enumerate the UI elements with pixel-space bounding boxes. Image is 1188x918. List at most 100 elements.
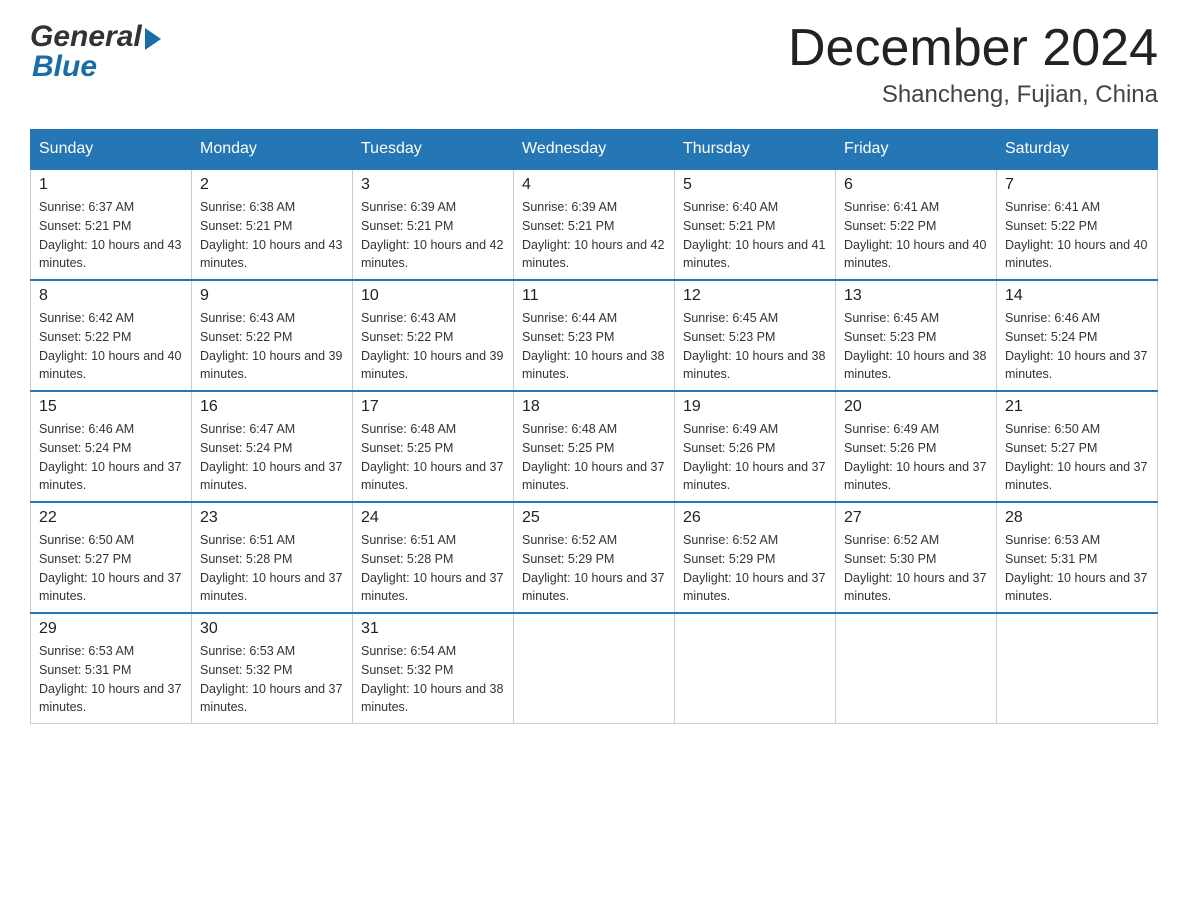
day-info: Sunrise: 6:53 AMSunset: 5:31 PMDaylight:…: [39, 642, 183, 717]
col-header-wednesday: Wednesday: [514, 130, 675, 170]
day-number: 6: [844, 176, 988, 194]
col-header-saturday: Saturday: [997, 130, 1158, 170]
calendar-cell: 22 Sunrise: 6:50 AMSunset: 5:27 PMDaylig…: [31, 502, 192, 613]
day-number: 17: [361, 398, 505, 416]
col-header-tuesday: Tuesday: [353, 130, 514, 170]
calendar-week-row: 8 Sunrise: 6:42 AMSunset: 5:22 PMDayligh…: [31, 280, 1158, 391]
day-number: 13: [844, 287, 988, 305]
calendar-cell: 10 Sunrise: 6:43 AMSunset: 5:22 PMDaylig…: [353, 280, 514, 391]
calendar-cell: 4 Sunrise: 6:39 AMSunset: 5:21 PMDayligh…: [514, 169, 675, 280]
day-info: Sunrise: 6:52 AMSunset: 5:29 PMDaylight:…: [522, 531, 666, 606]
day-number: 23: [200, 509, 344, 527]
calendar-cell: 15 Sunrise: 6:46 AMSunset: 5:24 PMDaylig…: [31, 391, 192, 502]
day-info: Sunrise: 6:42 AMSunset: 5:22 PMDaylight:…: [39, 309, 183, 384]
day-info: Sunrise: 6:51 AMSunset: 5:28 PMDaylight:…: [200, 531, 344, 606]
day-info: Sunrise: 6:50 AMSunset: 5:27 PMDaylight:…: [39, 531, 183, 606]
day-info: Sunrise: 6:51 AMSunset: 5:28 PMDaylight:…: [361, 531, 505, 606]
calendar-cell: 1 Sunrise: 6:37 AMSunset: 5:21 PMDayligh…: [31, 169, 192, 280]
day-info: Sunrise: 6:47 AMSunset: 5:24 PMDaylight:…: [200, 420, 344, 495]
day-info: Sunrise: 6:53 AMSunset: 5:31 PMDaylight:…: [1005, 531, 1149, 606]
day-info: Sunrise: 6:44 AMSunset: 5:23 PMDaylight:…: [522, 309, 666, 384]
calendar-cell: 19 Sunrise: 6:49 AMSunset: 5:26 PMDaylig…: [675, 391, 836, 502]
calendar-cell: 11 Sunrise: 6:44 AMSunset: 5:23 PMDaylig…: [514, 280, 675, 391]
day-info: Sunrise: 6:38 AMSunset: 5:21 PMDaylight:…: [200, 198, 344, 273]
day-number: 19: [683, 398, 827, 416]
day-number: 25: [522, 509, 666, 527]
location-subtitle: Shancheng, Fujian, China: [788, 81, 1158, 109]
day-number: 24: [361, 509, 505, 527]
day-info: Sunrise: 6:41 AMSunset: 5:22 PMDaylight:…: [844, 198, 988, 273]
day-number: 26: [683, 509, 827, 527]
calendar-week-row: 22 Sunrise: 6:50 AMSunset: 5:27 PMDaylig…: [31, 502, 1158, 613]
day-number: 5: [683, 176, 827, 194]
day-number: 4: [522, 176, 666, 194]
day-info: Sunrise: 6:49 AMSunset: 5:26 PMDaylight:…: [844, 420, 988, 495]
day-number: 30: [200, 620, 344, 638]
col-header-monday: Monday: [192, 130, 353, 170]
calendar-header-row: SundayMondayTuesdayWednesdayThursdayFrid…: [31, 130, 1158, 170]
day-number: 28: [1005, 509, 1149, 527]
calendar-cell: 27 Sunrise: 6:52 AMSunset: 5:30 PMDaylig…: [836, 502, 997, 613]
calendar-cell: 23 Sunrise: 6:51 AMSunset: 5:28 PMDaylig…: [192, 502, 353, 613]
col-header-friday: Friday: [836, 130, 997, 170]
calendar-cell: 20 Sunrise: 6:49 AMSunset: 5:26 PMDaylig…: [836, 391, 997, 502]
calendar-cell: 6 Sunrise: 6:41 AMSunset: 5:22 PMDayligh…: [836, 169, 997, 280]
day-info: Sunrise: 6:45 AMSunset: 5:23 PMDaylight:…: [683, 309, 827, 384]
day-number: 7: [1005, 176, 1149, 194]
month-year-title: December 2024: [788, 20, 1158, 77]
day-info: Sunrise: 6:40 AMSunset: 5:21 PMDaylight:…: [683, 198, 827, 273]
calendar-cell: 2 Sunrise: 6:38 AMSunset: 5:21 PMDayligh…: [192, 169, 353, 280]
day-number: 9: [200, 287, 344, 305]
day-number: 2: [200, 176, 344, 194]
logo-triangle-icon: [145, 28, 161, 50]
day-number: 31: [361, 620, 505, 638]
calendar-cell: [514, 613, 675, 724]
day-number: 15: [39, 398, 183, 416]
calendar-cell: 30 Sunrise: 6:53 AMSunset: 5:32 PMDaylig…: [192, 613, 353, 724]
day-info: Sunrise: 6:39 AMSunset: 5:21 PMDaylight:…: [522, 198, 666, 273]
day-info: Sunrise: 6:37 AMSunset: 5:21 PMDaylight:…: [39, 198, 183, 273]
col-header-sunday: Sunday: [31, 130, 192, 170]
day-number: 29: [39, 620, 183, 638]
day-info: Sunrise: 6:43 AMSunset: 5:22 PMDaylight:…: [200, 309, 344, 384]
calendar-cell: 31 Sunrise: 6:54 AMSunset: 5:32 PMDaylig…: [353, 613, 514, 724]
calendar-cell: 29 Sunrise: 6:53 AMSunset: 5:31 PMDaylig…: [31, 613, 192, 724]
calendar-cell: 18 Sunrise: 6:48 AMSunset: 5:25 PMDaylig…: [514, 391, 675, 502]
day-info: Sunrise: 6:52 AMSunset: 5:30 PMDaylight:…: [844, 531, 988, 606]
calendar-cell: 3 Sunrise: 6:39 AMSunset: 5:21 PMDayligh…: [353, 169, 514, 280]
logo-general-text: General: [30, 20, 142, 54]
calendar-week-row: 29 Sunrise: 6:53 AMSunset: 5:31 PMDaylig…: [31, 613, 1158, 724]
calendar-cell: 9 Sunrise: 6:43 AMSunset: 5:22 PMDayligh…: [192, 280, 353, 391]
calendar-cell: 16 Sunrise: 6:47 AMSunset: 5:24 PMDaylig…: [192, 391, 353, 502]
calendar-week-row: 1 Sunrise: 6:37 AMSunset: 5:21 PMDayligh…: [31, 169, 1158, 280]
title-section: December 2024 Shancheng, Fujian, China: [788, 20, 1158, 109]
day-info: Sunrise: 6:46 AMSunset: 5:24 PMDaylight:…: [1005, 309, 1149, 384]
page-header: General Blue December 2024 Shancheng, Fu…: [30, 20, 1158, 109]
day-number: 11: [522, 287, 666, 305]
day-number: 16: [200, 398, 344, 416]
calendar-cell: 13 Sunrise: 6:45 AMSunset: 5:23 PMDaylig…: [836, 280, 997, 391]
day-number: 18: [522, 398, 666, 416]
day-number: 20: [844, 398, 988, 416]
calendar-cell: 25 Sunrise: 6:52 AMSunset: 5:29 PMDaylig…: [514, 502, 675, 613]
day-info: Sunrise: 6:46 AMSunset: 5:24 PMDaylight:…: [39, 420, 183, 495]
calendar-cell: [997, 613, 1158, 724]
calendar-table: SundayMondayTuesdayWednesdayThursdayFrid…: [30, 129, 1158, 724]
col-header-thursday: Thursday: [675, 130, 836, 170]
calendar-cell: [836, 613, 997, 724]
calendar-cell: 26 Sunrise: 6:52 AMSunset: 5:29 PMDaylig…: [675, 502, 836, 613]
day-number: 14: [1005, 287, 1149, 305]
day-info: Sunrise: 6:52 AMSunset: 5:29 PMDaylight:…: [683, 531, 827, 606]
calendar-cell: 5 Sunrise: 6:40 AMSunset: 5:21 PMDayligh…: [675, 169, 836, 280]
logo: General Blue: [30, 20, 164, 84]
calendar-cell: 21 Sunrise: 6:50 AMSunset: 5:27 PMDaylig…: [997, 391, 1158, 502]
day-number: 10: [361, 287, 505, 305]
calendar-cell: 12 Sunrise: 6:45 AMSunset: 5:23 PMDaylig…: [675, 280, 836, 391]
calendar-cell: 28 Sunrise: 6:53 AMSunset: 5:31 PMDaylig…: [997, 502, 1158, 613]
day-number: 21: [1005, 398, 1149, 416]
day-info: Sunrise: 6:43 AMSunset: 5:22 PMDaylight:…: [361, 309, 505, 384]
calendar-cell: 17 Sunrise: 6:48 AMSunset: 5:25 PMDaylig…: [353, 391, 514, 502]
day-info: Sunrise: 6:50 AMSunset: 5:27 PMDaylight:…: [1005, 420, 1149, 495]
day-info: Sunrise: 6:54 AMSunset: 5:32 PMDaylight:…: [361, 642, 505, 717]
day-number: 1: [39, 176, 183, 194]
